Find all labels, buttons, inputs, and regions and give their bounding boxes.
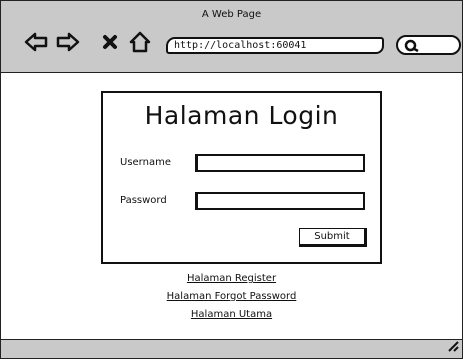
- back-arrow-icon[interactable]: [24, 31, 48, 53]
- submit-button[interactable]: Submit: [299, 228, 367, 247]
- login-form: Halaman Login Username Password Submit: [101, 91, 382, 264]
- close-x-icon[interactable]: [102, 34, 118, 50]
- register-link[interactable]: Halaman Register: [1, 273, 462, 284]
- address-bar[interactable]: http://localhost:60041: [166, 37, 384, 54]
- forgot-password-link[interactable]: Halaman Forgot Password: [1, 291, 462, 302]
- status-bar: [1, 339, 462, 358]
- login-title: Halaman Login: [144, 101, 339, 130]
- password-field[interactable]: [195, 192, 365, 210]
- resize-grip-icon[interactable]: [445, 337, 459, 356]
- username-label: Username: [120, 157, 171, 168]
- password-label: Password: [120, 195, 167, 206]
- forward-arrow-icon[interactable]: [56, 31, 80, 53]
- search-icon: [404, 39, 419, 53]
- search-box[interactable]: [396, 35, 461, 55]
- page-content: Halaman Login Username Password Submit H…: [1, 73, 462, 341]
- username-field[interactable]: [195, 154, 365, 172]
- browser-toolbar: A Web Page http://localhost:60041: [1, 1, 462, 73]
- browser-window: A Web Page http://localhost:60041 Halama…: [0, 0, 463, 359]
- page-title: A Web Page: [201, 9, 262, 20]
- home-page-link[interactable]: Halaman Utama: [1, 309, 462, 320]
- home-icon[interactable]: [128, 31, 151, 53]
